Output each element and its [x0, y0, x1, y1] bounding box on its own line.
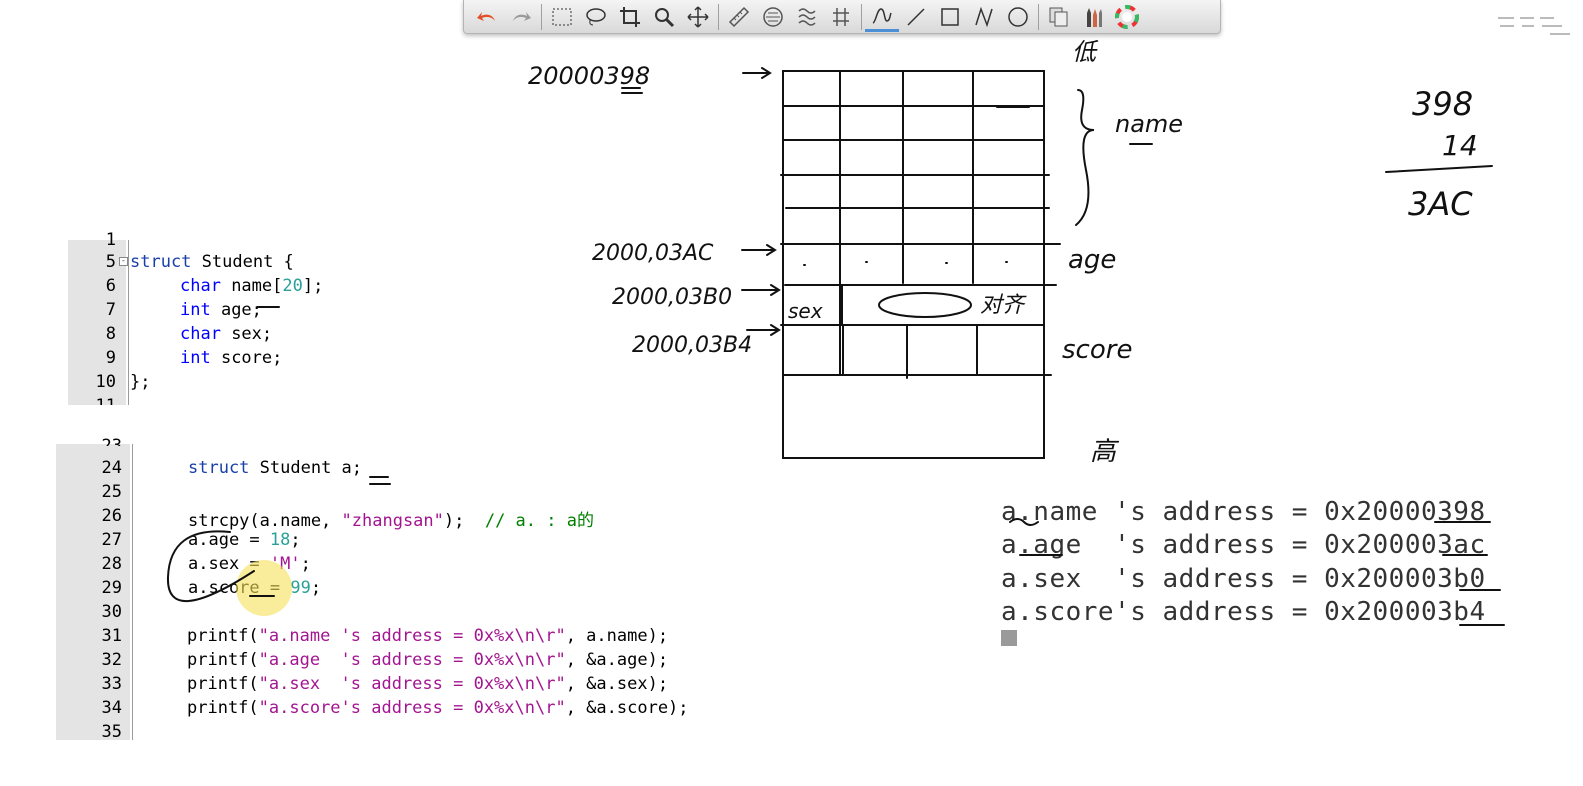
high-label: 高: [1090, 437, 1120, 467]
line-number: 8: [105, 324, 116, 344]
output-line: a.name 's address = 0x20000398: [1001, 497, 1486, 527]
main-code-panel: 23 24 25 26 27 28 29 30 31 32 33 34 35 s…: [56, 436, 806, 742]
output-line: a.score's address = 0x200003b4: [1001, 597, 1486, 627]
mouse-cursor-highlight: [236, 560, 292, 616]
line-number: 1: [105, 230, 116, 250]
redo-icon[interactable]: [504, 2, 538, 32]
code-line-6: char name[20];: [180, 276, 324, 296]
addr-sex-label: 2000,03B0: [612, 285, 732, 310]
polyline-icon[interactable]: [967, 2, 1001, 32]
toolbar-separator: [1038, 3, 1039, 30]
line-number: 7: [105, 300, 116, 320]
ellipse-icon[interactable]: [1001, 2, 1035, 32]
line-number: 32: [101, 650, 122, 670]
toolbar-separator: [718, 3, 719, 30]
name-label: name: [1115, 110, 1183, 138]
code-line-33: printf("a.sex 's address = 0x%x\n\r", &a…: [187, 674, 669, 694]
code-line-32: printf("a.age 's address = 0x%x\n\r", &a…: [187, 650, 669, 670]
age-label: age: [1068, 245, 1116, 275]
line-number: 34: [101, 698, 122, 718]
console-cursor: [1001, 630, 1017, 646]
move-icon[interactable]: [681, 2, 715, 32]
line-number: 26: [101, 506, 122, 526]
addr-top-label: 20000398: [528, 62, 650, 90]
code-line-5: struct Student {: [130, 252, 294, 272]
line-number: 30: [101, 602, 122, 622]
calc-a: 398: [1412, 85, 1473, 123]
line-number: 10: [95, 372, 116, 392]
sex-label: sex: [788, 299, 823, 323]
color-wheel-icon[interactable]: [1110, 2, 1144, 32]
line-number: 29: [101, 578, 122, 598]
crop-icon[interactable]: [613, 2, 647, 32]
undo-icon[interactable]: [470, 2, 504, 32]
link-icon[interactable]: [824, 2, 858, 32]
rectangle-icon[interactable]: [933, 2, 967, 32]
code-line-27: a.age = 18;: [188, 530, 301, 550]
line-number: 27: [101, 530, 122, 550]
rect-select-icon[interactable]: [545, 2, 579, 32]
code-line-24: struct Student a;: [188, 458, 363, 478]
toolbar-separator: [541, 3, 542, 30]
line-icon[interactable]: [899, 2, 933, 32]
pencils-icon[interactable]: [1076, 2, 1110, 32]
drawing-toolbar: [463, 0, 1221, 34]
line-number: 35: [101, 722, 122, 742]
line-number: 23: [101, 436, 122, 446]
code-line-34: printf("a.score's address = 0x%x\n\r", &…: [187, 698, 689, 718]
line-number: 31: [101, 626, 122, 646]
code-line-9: int score;: [180, 348, 283, 368]
line-number: 5: [105, 252, 116, 272]
code-line-26: strcpy(a.name, "zhangsan"); // a. : a的: [188, 511, 594, 531]
fold-toggle-icon[interactable]: -: [119, 257, 128, 266]
line-number: 25: [101, 482, 122, 502]
output-line: a.age 's address = 0x200003ac: [1001, 530, 1486, 560]
line-number: 11: [68, 396, 116, 405]
line-number: 24: [101, 458, 122, 478]
addr-age-label: 2000,03AC: [592, 241, 714, 266]
code-line-8: char sex;: [180, 324, 273, 344]
line-number: 33: [101, 674, 122, 694]
screen-edge-marks: [1498, 17, 1570, 35]
line-number: 9: [105, 348, 116, 368]
addr-score-label: 2000,03B4: [632, 333, 752, 358]
code-line-31: printf("a.name 's address = 0x%x\n\r", a…: [187, 626, 669, 646]
low-label: 低: [1072, 38, 1099, 66]
struct-code-panel: 1 5 6 7 8 9 10 11 - struct Student { cha…: [68, 230, 368, 405]
stamp-icon[interactable]: [756, 2, 790, 32]
code-line-7: int age;: [180, 300, 262, 320]
spring-icon[interactable]: [790, 2, 824, 32]
line-number: 28: [101, 554, 122, 574]
code-line-10: };: [130, 372, 151, 392]
copy-icon[interactable]: [1042, 2, 1076, 32]
lasso-icon[interactable]: [579, 2, 613, 32]
calc-b: 14: [1442, 129, 1478, 162]
memory-table: [782, 70, 1045, 459]
line-number: 6: [105, 276, 116, 296]
calc-c: 3AC: [1408, 185, 1473, 223]
toolbar-separator: [861, 3, 862, 30]
align-label: 对齐: [980, 293, 1027, 318]
score-label: score: [1062, 335, 1132, 365]
ruler-icon[interactable]: [722, 2, 756, 32]
output-line: a.sex 's address = 0x200003b0: [1001, 564, 1486, 594]
pen-icon[interactable]: [865, 2, 899, 32]
zoom-icon[interactable]: [647, 2, 681, 32]
